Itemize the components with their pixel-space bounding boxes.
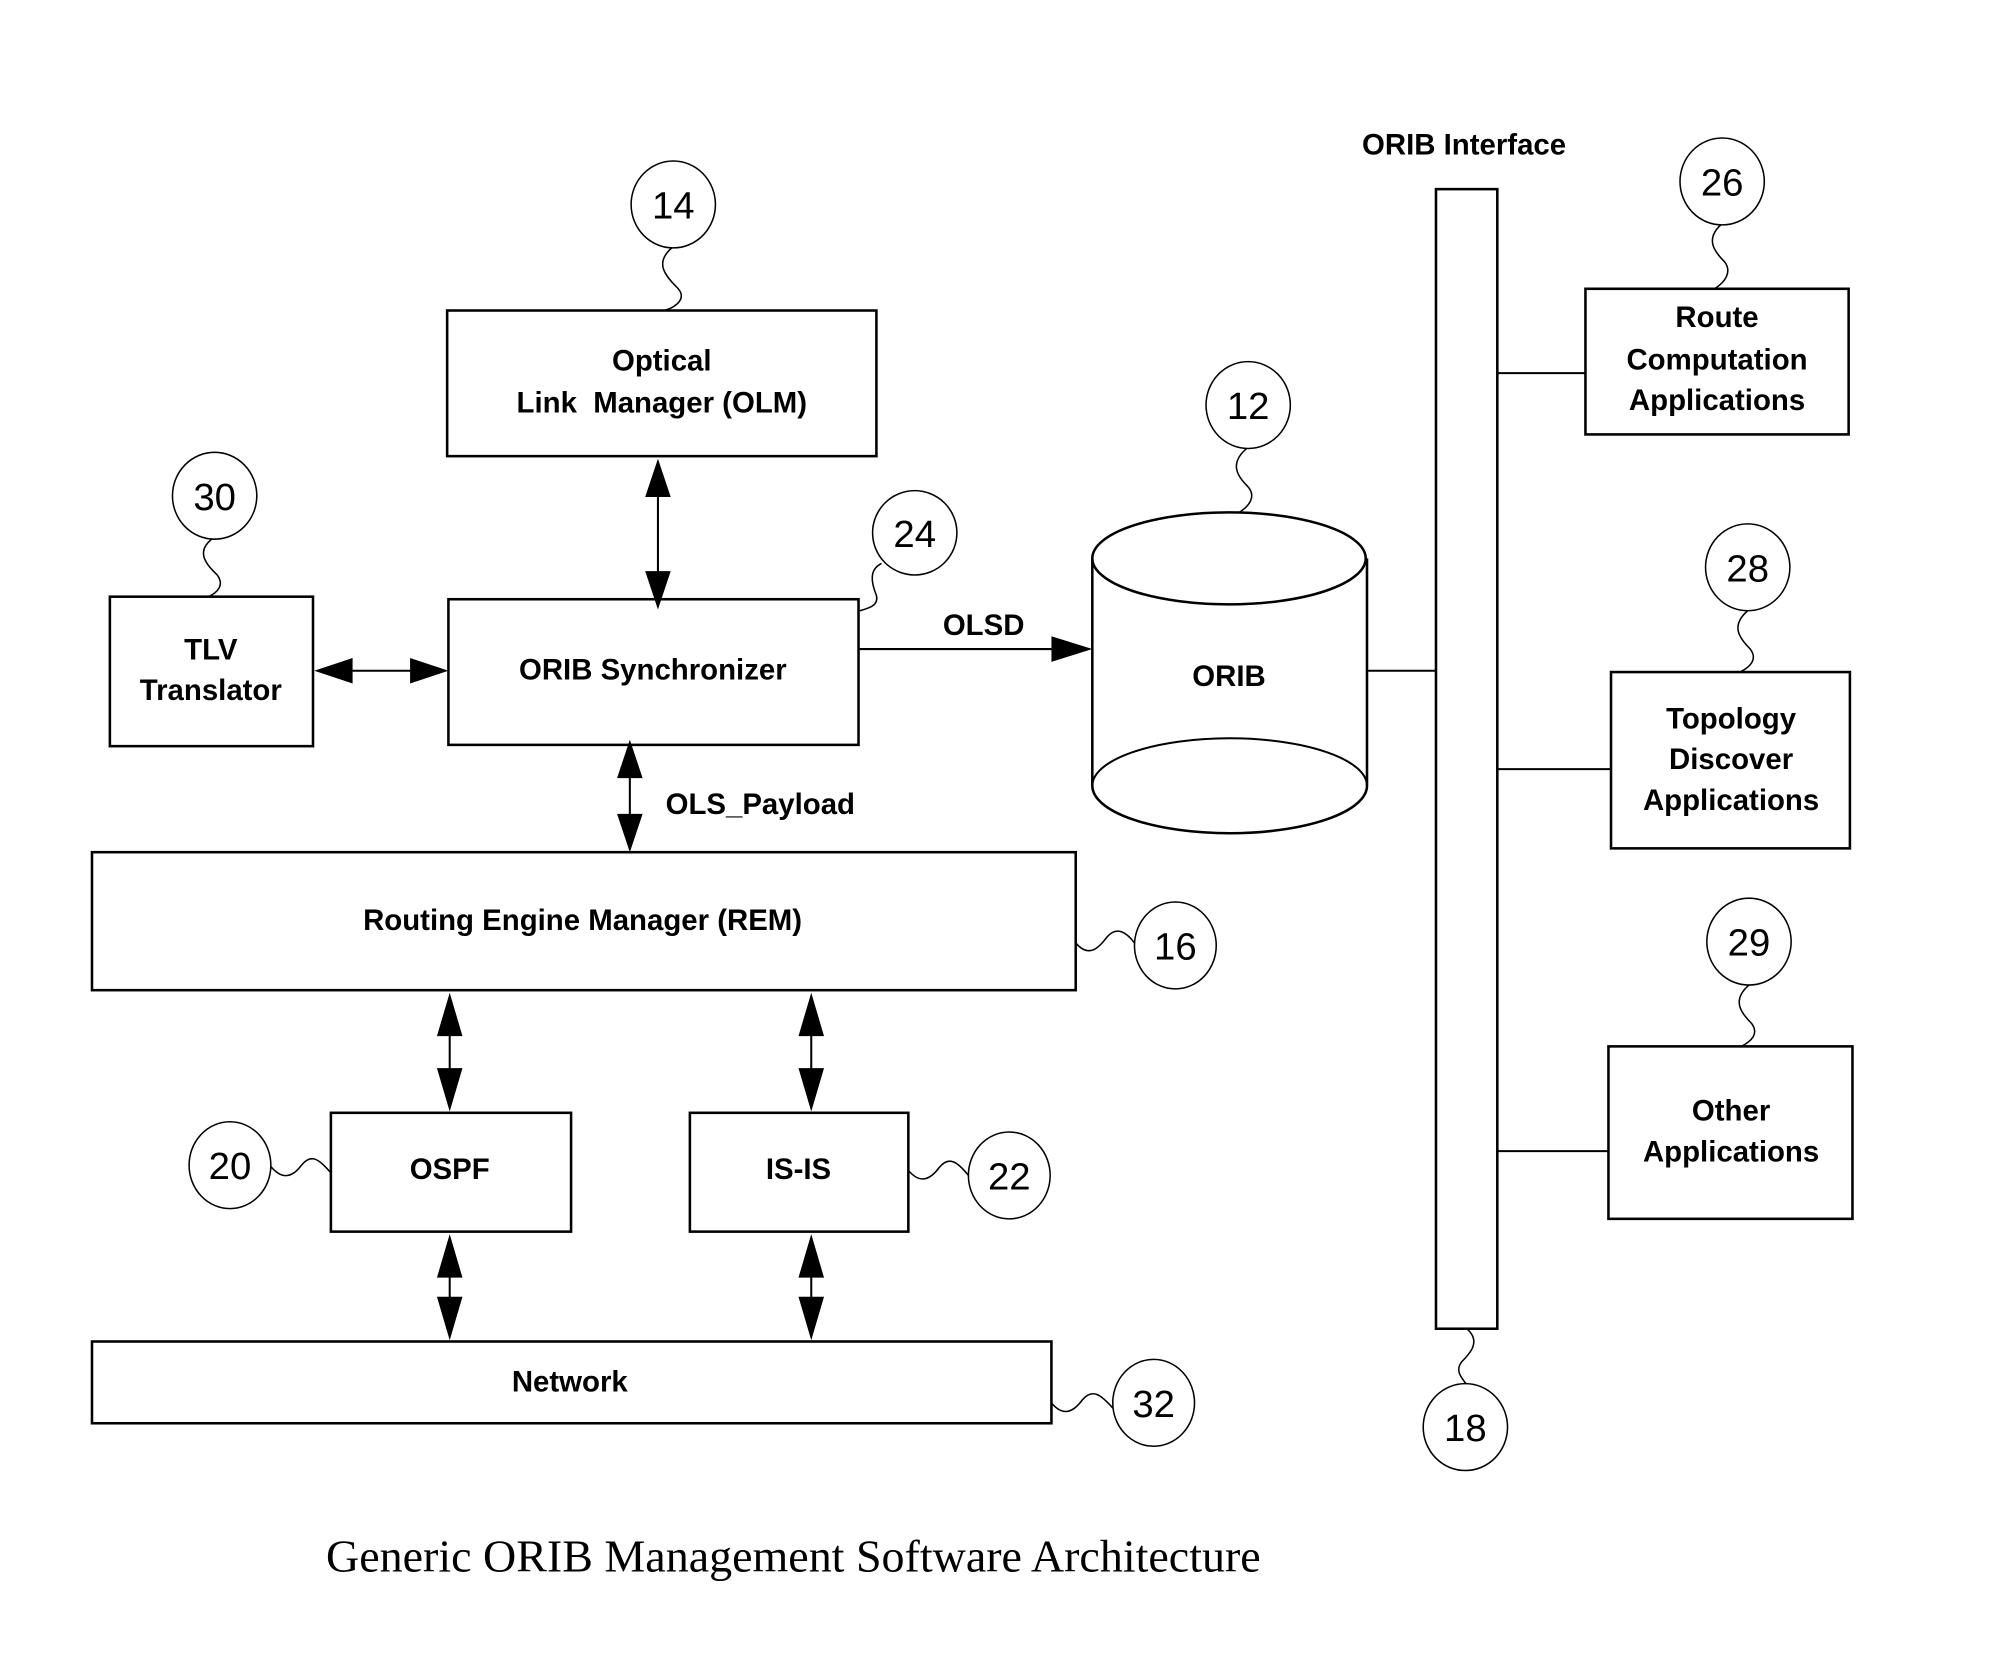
ref-26: 26 <box>1701 162 1744 205</box>
isis-label: IS-IS <box>766 1153 831 1186</box>
network-block: Network <box>90 1340 1053 1425</box>
rem-label: Routing Engine Manager (REM) <box>363 904 802 937</box>
network-label: Network <box>512 1365 629 1398</box>
ref-12: 12 <box>1227 385 1270 428</box>
route-label-line-2: Computation <box>1626 343 1807 376</box>
callout-29: 29 <box>1706 897 1792 1048</box>
topology-discover-block: Topology Discover Applications <box>1609 670 1852 850</box>
figure-caption: Generic ORIB Management Software Archite… <box>326 1530 1261 1581</box>
callout-30: 30 <box>171 451 258 598</box>
callout-28: 28 <box>1704 523 1791 673</box>
topology-label-line-3: Applications <box>1643 784 1819 817</box>
ref-24: 24 <box>893 513 936 556</box>
callout-24: 24 <box>859 489 958 612</box>
olm-label-line-2: Link Manager (OLM) <box>517 387 808 420</box>
orib-database: ORIB <box>1091 511 1369 835</box>
rem-isis-double-arrow <box>798 992 825 1112</box>
olsd-arrow: OLSD <box>858 609 1093 662</box>
callout-22: 22 <box>907 1131 1051 1220</box>
orib-interface-bus <box>1434 187 1499 1331</box>
tlv-label-line-1: TLV <box>184 633 238 666</box>
rem-ospf-double-arrow <box>436 992 463 1112</box>
callout-12: 12 <box>1205 360 1292 514</box>
tlv-translator-block: TLV Translator <box>108 595 315 748</box>
ref-20: 20 <box>209 1145 252 1188</box>
ols-payload-label: OLS_Payload <box>666 788 855 821</box>
ols-payload-double-arrow: OLS_Payload <box>617 739 855 853</box>
orib-label: ORIB <box>1192 660 1265 693</box>
ospf-network-double-arrow <box>436 1234 463 1341</box>
callout-14: 14 <box>630 160 717 312</box>
callout-20: 20 <box>188 1120 332 1210</box>
ospf-block: OSPF <box>329 1111 573 1233</box>
ref-22: 22 <box>988 1155 1031 1198</box>
ref-28: 28 <box>1726 547 1769 590</box>
ref-32: 32 <box>1132 1383 1175 1426</box>
ref-14: 14 <box>652 185 695 228</box>
rem-block: Routing Engine Manager (REM) <box>90 850 1077 992</box>
ref-18: 18 <box>1444 1407 1487 1450</box>
ref-16: 16 <box>1154 926 1197 969</box>
route-label-line-3: Applications <box>1629 384 1805 417</box>
callout-18: 18 <box>1422 1328 1509 1472</box>
tlv-label-line-2: Translator <box>140 674 282 707</box>
orib-interface-label: ORIB Interface <box>1362 129 1566 162</box>
tlv-sync-double-arrow <box>314 658 449 684</box>
olm-block: Optical Link Manager (OLM) <box>445 309 878 458</box>
topology-label-line-1: Topology <box>1666 702 1797 735</box>
route-label-line-1: Route <box>1675 301 1758 334</box>
isis-network-double-arrow <box>798 1234 825 1341</box>
olm-label-line-1: Optical <box>612 345 712 378</box>
ref-29: 29 <box>1728 922 1771 965</box>
isis-block: IS-IS <box>688 1111 910 1233</box>
other-applications-block: Other Applications <box>1607 1045 1854 1221</box>
olsd-label: OLSD <box>943 609 1025 642</box>
ospf-label: OSPF <box>410 1153 490 1186</box>
other-label-line-1: Other <box>1692 1094 1770 1127</box>
callout-16: 16 <box>1075 901 1218 990</box>
callout-32: 32 <box>1050 1358 1196 1448</box>
orib-synchronizer-block: ORIB Synchronizer <box>447 597 860 747</box>
ref-30: 30 <box>193 476 236 519</box>
route-computation-block: Route Computation Applications <box>1584 287 1850 436</box>
other-label-line-2: Applications <box>1643 1135 1819 1168</box>
topology-label-line-2: Discover <box>1669 743 1793 776</box>
olm-sync-double-arrow <box>645 458 671 610</box>
callout-26: 26 <box>1679 137 1766 290</box>
sync-label: ORIB Synchronizer <box>519 654 787 687</box>
architecture-diagram: ORIB Interface Route Computation Applica… <box>90 129 1854 1581</box>
